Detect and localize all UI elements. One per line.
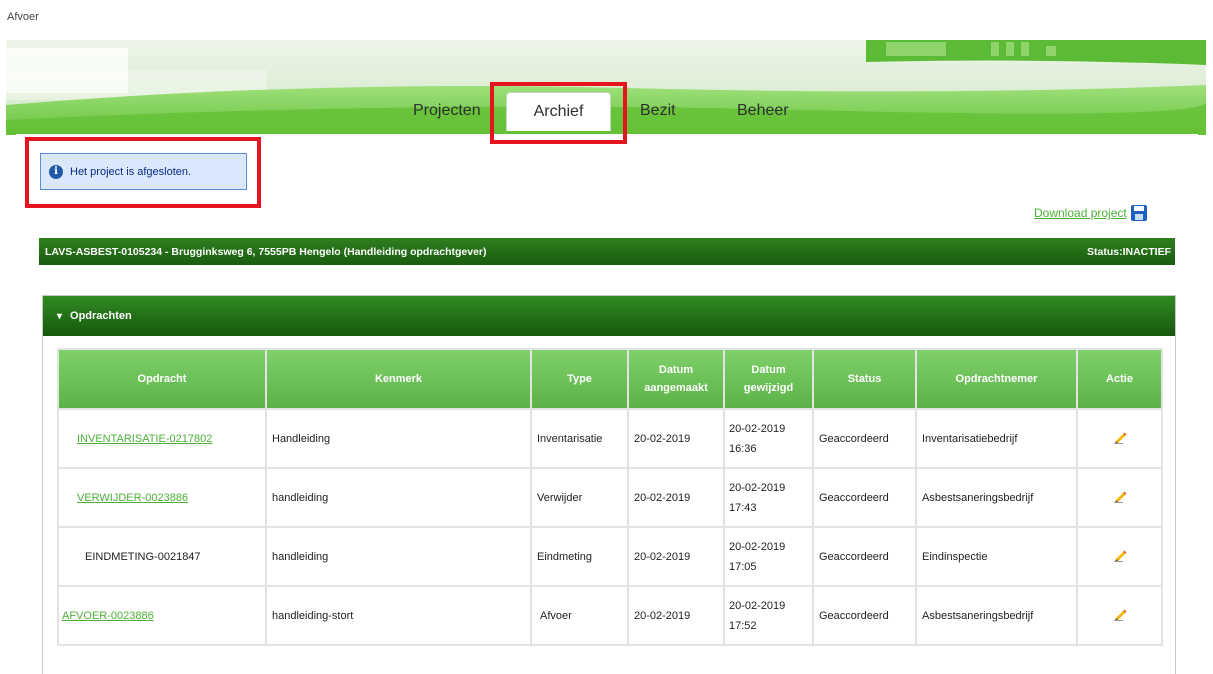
cell-status: Geaccordeerd <box>812 526 917 587</box>
cell-actie <box>1076 408 1163 469</box>
header-status[interactable]: Status <box>812 348 917 410</box>
header-actie: Actie <box>1076 348 1163 410</box>
header-datum-gewijzigd-line1: Datum <box>751 364 786 376</box>
cell-kenmerk: handleiding-stort <box>265 585 532 646</box>
cell-gewijzigd-date: 20-02-2019 <box>729 599 786 612</box>
cell-aangemaakt: 20-02-2019 <box>627 526 725 587</box>
cell-gewijzigd-date: 20-02-2019 <box>729 422 786 435</box>
cell-gewijzigd-date: 20-02-2019 <box>729 540 786 553</box>
tab-projecten[interactable]: Projecten <box>413 102 481 120</box>
section-title: Opdrachten <box>70 310 132 322</box>
cell-opdrachtnemer: Inventarisatiebedrijf <box>915 408 1078 469</box>
header-kenmerk[interactable]: Kenmerk <box>265 348 532 410</box>
opdracht-link[interactable]: INVENTARISATIE-0217802 <box>77 433 212 445</box>
table-header-row: Opdracht Kenmerk Type Datum aangemaakt Da… <box>57 348 1163 410</box>
opdracht-link[interactable]: AFVOER-0023886 <box>62 610 154 622</box>
cell-opdrachtnemer: Eindinspectie <box>915 526 1078 587</box>
tab-bezit[interactable]: Bezit <box>640 102 676 120</box>
download-project[interactable]: Download project <box>1034 205 1147 221</box>
cell-type: Afvoer <box>530 585 629 646</box>
cell-actie <box>1076 467 1163 528</box>
cell-type: Verwijder <box>530 467 629 528</box>
opdracht-link[interactable]: VERWIJDER-0023886 <box>77 492 188 504</box>
project-header-bar: LAVS-ASBEST-0105234 - Brugginksweg 6, 75… <box>39 238 1175 265</box>
floppy-disk-icon[interactable] <box>1130 205 1147 221</box>
header-opdracht[interactable]: Opdracht <box>57 348 267 410</box>
table-row: INVENTARISATIE-0217802 Handleiding Inven… <box>57 408 1163 469</box>
cell-actie <box>1076 526 1163 587</box>
cell-actie <box>1076 585 1163 646</box>
pencil-icon[interactable] <box>1113 548 1127 562</box>
project-title: LAVS-ASBEST-0105234 - Brugginksweg 6, 75… <box>45 245 487 258</box>
cell-gewijzigd: 20-02-2019 17:43 <box>723 467 814 528</box>
pencil-icon[interactable] <box>1113 489 1127 503</box>
opdrachten-panel-header[interactable]: ▾ Opdrachten <box>43 296 1175 336</box>
cell-aangemaakt: 20-02-2019 <box>627 467 725 528</box>
opdrachten-table: Opdracht Kenmerk Type Datum aangemaakt Da… <box>57 348 1163 646</box>
cell-status: Geaccordeerd <box>812 467 917 528</box>
header-datum-aangemaakt[interactable]: Datum aangemaakt <box>627 348 725 410</box>
cell-opdrachtnemer: Asbestsaneringsbedrijf <box>915 467 1078 528</box>
cell-gewijzigd-time: 17:43 <box>729 501 757 514</box>
chevron-double-down-icon[interactable]: ▾ <box>57 311 62 322</box>
header-datum-aangemaakt-line1: Datum <box>658 364 694 376</box>
header-datum-gewijzigd[interactable]: Datum gewijzigd <box>723 348 814 410</box>
pencil-icon[interactable] <box>1113 430 1127 444</box>
cell-kenmerk: handleiding <box>265 526 532 587</box>
pencil-icon[interactable] <box>1113 607 1127 621</box>
cell-type: Eindmeting <box>530 526 629 587</box>
highlight-frame-message <box>25 137 261 208</box>
cell-gewijzigd: 20-02-2019 17:52 <box>723 585 814 646</box>
cell-gewijzigd-time: 17:52 <box>729 619 757 632</box>
cell-status: Geaccordeerd <box>812 585 917 646</box>
cell-kenmerk: Handleiding <box>265 408 532 469</box>
cell-gewijzigd-time: 16:36 <box>729 442 757 455</box>
header-type[interactable]: Type <box>530 348 629 410</box>
cell-aangemaakt: 20-02-2019 <box>627 408 725 469</box>
cell-gewijzigd: 20-02-2019 17:05 <box>723 526 814 587</box>
cell-opdrachtnemer: Asbestsaneringsbedrijf <box>915 585 1078 646</box>
highlight-frame-tab <box>490 82 627 144</box>
download-project-link[interactable]: Download project <box>1034 206 1127 220</box>
cell-aangemaakt: 20-02-2019 <box>627 585 725 646</box>
header-datum-gewijzigd-line2: gewijzigd <box>743 382 794 394</box>
table-row: VERWIJDER-0023886 handleiding Verwijder … <box>57 467 1163 528</box>
header-opdrachtnemer[interactable]: Opdrachtnemer <box>915 348 1078 410</box>
tab-beheer[interactable]: Beheer <box>737 102 789 120</box>
project-status: Status:INACTIEF <box>1087 245 1171 258</box>
cell-gewijzigd-date: 20-02-2019 <box>729 481 786 494</box>
table-row: AFVOER-0023886 handleiding-stort Afvoer … <box>57 585 1163 646</box>
page-label: Afvoer <box>7 11 39 23</box>
table-row: EINDMETING-0021847 handleiding Eindmetin… <box>57 526 1163 587</box>
cell-gewijzigd-time: 17:05 <box>729 560 757 573</box>
cell-gewijzigd: 20-02-2019 16:36 <box>723 408 814 469</box>
header-datum-aangemaakt-line2: aangemaakt <box>644 382 708 394</box>
cell-type: Inventarisatie <box>530 408 629 469</box>
cell-kenmerk: handleiding <box>265 467 532 528</box>
cell-opdracht: EINDMETING-0021847 <box>57 526 267 587</box>
cell-status: Geaccordeerd <box>812 408 917 469</box>
